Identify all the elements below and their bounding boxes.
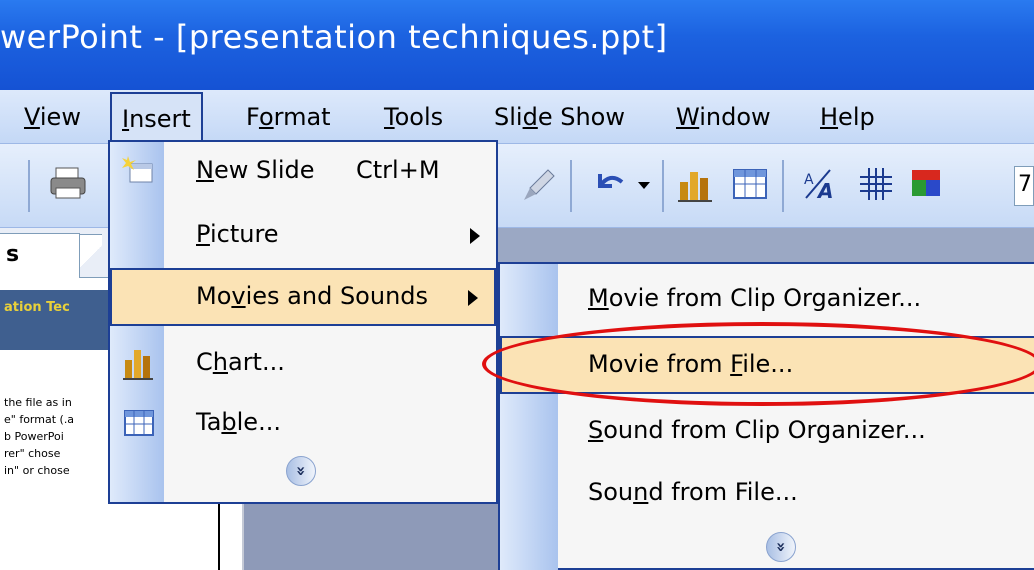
menu-window-label: indow bbox=[699, 103, 771, 131]
label-pre: Sou bbox=[588, 478, 634, 506]
menu-slide-show-mnemonic: d bbox=[522, 103, 538, 131]
svg-text:A: A bbox=[816, 179, 833, 203]
label-text: d from File... bbox=[648, 478, 798, 506]
menu-slide-show-pre: Sli bbox=[494, 103, 523, 131]
menu-view-label: iew bbox=[39, 103, 81, 131]
menu-item-label: Sound from File... bbox=[588, 478, 798, 506]
chart-icon bbox=[123, 350, 153, 380]
tab-slides[interactable]: s bbox=[0, 233, 80, 278]
menu-item-label: New Slide bbox=[196, 156, 315, 184]
submenu-arrow-icon bbox=[468, 290, 478, 306]
label-text: le... bbox=[236, 408, 281, 436]
menu-item-label: Movie from Clip Organizer... bbox=[588, 284, 921, 312]
expand-submenu-chevron-icon[interactable]: » bbox=[766, 532, 796, 562]
mnemonic: M bbox=[588, 284, 609, 312]
menu-format[interactable]: Format bbox=[236, 98, 341, 138]
toolbar-separator bbox=[662, 160, 664, 212]
window-title: werPoint - [presentation techniques.ppt] bbox=[0, 18, 668, 56]
menu-format-label: rmat bbox=[273, 103, 331, 131]
expand-menu-chevron-icon[interactable]: » bbox=[286, 456, 316, 486]
menu-item-label: Chart... bbox=[196, 348, 285, 376]
mnemonic: P bbox=[196, 220, 210, 248]
thumbnail-text-line: b PowerPoi bbox=[4, 430, 64, 443]
toolbar-separator bbox=[570, 160, 572, 212]
menu-insert[interactable]: Insert bbox=[110, 92, 203, 140]
thumbnail-text-line: in" or chose bbox=[4, 464, 70, 477]
menu-tools-label: ools bbox=[394, 103, 444, 131]
menu-item-sound-from-clip-organizer[interactable]: Sound from Clip Organizer... bbox=[500, 402, 1034, 462]
menu-format-pre: F bbox=[246, 103, 259, 131]
toolbar-separator bbox=[782, 160, 784, 212]
label-pre: Ta bbox=[196, 408, 222, 436]
mnemonic: N bbox=[196, 156, 214, 184]
mnemonic: b bbox=[221, 408, 237, 436]
menu-item-picture[interactable]: Picture bbox=[110, 206, 496, 266]
menu-tools[interactable]: Tools bbox=[374, 98, 453, 138]
zoom-value: 7 bbox=[1018, 172, 1032, 197]
label-text: ew Slide bbox=[213, 156, 315, 184]
new-slide-icon bbox=[122, 156, 153, 183]
menu-format-mnemonic: o bbox=[258, 103, 274, 131]
menu-help[interactable]: Help bbox=[810, 98, 885, 138]
svg-text:A: A bbox=[804, 172, 814, 188]
menu-view[interactable]: View bbox=[14, 98, 91, 138]
thumbnail-text-line: rer" chose bbox=[4, 447, 61, 460]
zoom-box[interactable]: 7 bbox=[1014, 166, 1034, 206]
tab-slides-label: s bbox=[6, 242, 20, 267]
menu-insert-label: nsert bbox=[129, 105, 191, 133]
menu-view-mnemonic: V bbox=[24, 103, 40, 131]
thumbnail-text-line: the file as in bbox=[4, 396, 72, 409]
menu-item-chart[interactable]: Chart... bbox=[110, 334, 496, 394]
menu-help-mnemonic: H bbox=[820, 103, 839, 131]
submenu-arrow-icon bbox=[470, 228, 480, 244]
label-text: art... bbox=[227, 348, 285, 376]
color-grayscale-icon[interactable] bbox=[906, 164, 946, 204]
menu-item-sound-from-file[interactable]: Sound from File... bbox=[500, 464, 1034, 524]
menu-window-mnemonic: W bbox=[676, 103, 700, 131]
label-text: ies and Sounds bbox=[245, 282, 429, 310]
thumbnail-text-line: e" format (.a bbox=[4, 413, 75, 426]
mnemonic: v bbox=[231, 282, 246, 310]
tab-edge bbox=[80, 234, 102, 278]
label-pre: Mo bbox=[196, 282, 232, 310]
undo-icon[interactable] bbox=[590, 164, 630, 204]
table-icon bbox=[124, 410, 154, 436]
menu-window[interactable]: Window bbox=[666, 98, 781, 138]
show-grid-icon[interactable] bbox=[856, 164, 896, 204]
print-icon[interactable] bbox=[48, 164, 88, 204]
menu-item-label: Table... bbox=[196, 408, 281, 436]
label-text: ovie from Clip Organizer... bbox=[608, 284, 922, 312]
slide-thumbnail-title: ation Tec bbox=[4, 300, 70, 315]
menu-item-label: Picture bbox=[196, 220, 279, 248]
label-text: ound from Clip Organizer... bbox=[603, 416, 926, 444]
mnemonic: h bbox=[212, 348, 228, 376]
menu-slide-show-label: e Show bbox=[537, 103, 625, 131]
toolbar-separator bbox=[28, 160, 30, 212]
insert-table-icon[interactable] bbox=[730, 164, 770, 204]
menu-item-movie-from-clip-organizer[interactable]: Movie from Clip Organizer... bbox=[500, 270, 1034, 330]
menu-bar: View Insert Format Tools Slide Show Wind… bbox=[0, 90, 1034, 144]
title-bar: werPoint - [presentation techniques.ppt] bbox=[0, 0, 1034, 90]
text-direction-icon[interactable]: A A bbox=[800, 164, 840, 204]
menu-item-new-slide[interactable]: New Slide Ctrl+M bbox=[110, 142, 496, 202]
format-painter-icon[interactable] bbox=[520, 164, 560, 204]
menu-item-label: Movies and Sounds bbox=[196, 282, 428, 310]
shortcut-label: Ctrl+M bbox=[356, 156, 440, 184]
menu-item-label: Sound from Clip Organizer... bbox=[588, 416, 926, 444]
highlight-annotation-ellipse bbox=[482, 322, 1034, 406]
menu-slide-show[interactable]: Slide Show bbox=[484, 98, 635, 138]
undo-dropdown-arrow-icon[interactable] bbox=[638, 182, 650, 189]
label-text: icture bbox=[209, 220, 279, 248]
mnemonic: n bbox=[633, 478, 649, 506]
insert-chart-icon[interactable] bbox=[676, 164, 716, 204]
menu-help-label: elp bbox=[838, 103, 875, 131]
menu-item-movies-and-sounds[interactable]: Movies and Sounds bbox=[110, 268, 496, 326]
menu-item-table[interactable]: Table... bbox=[110, 394, 496, 454]
label-pre: C bbox=[196, 348, 213, 376]
menu-tools-mnemonic: T bbox=[384, 103, 395, 131]
mnemonic: S bbox=[588, 416, 604, 444]
